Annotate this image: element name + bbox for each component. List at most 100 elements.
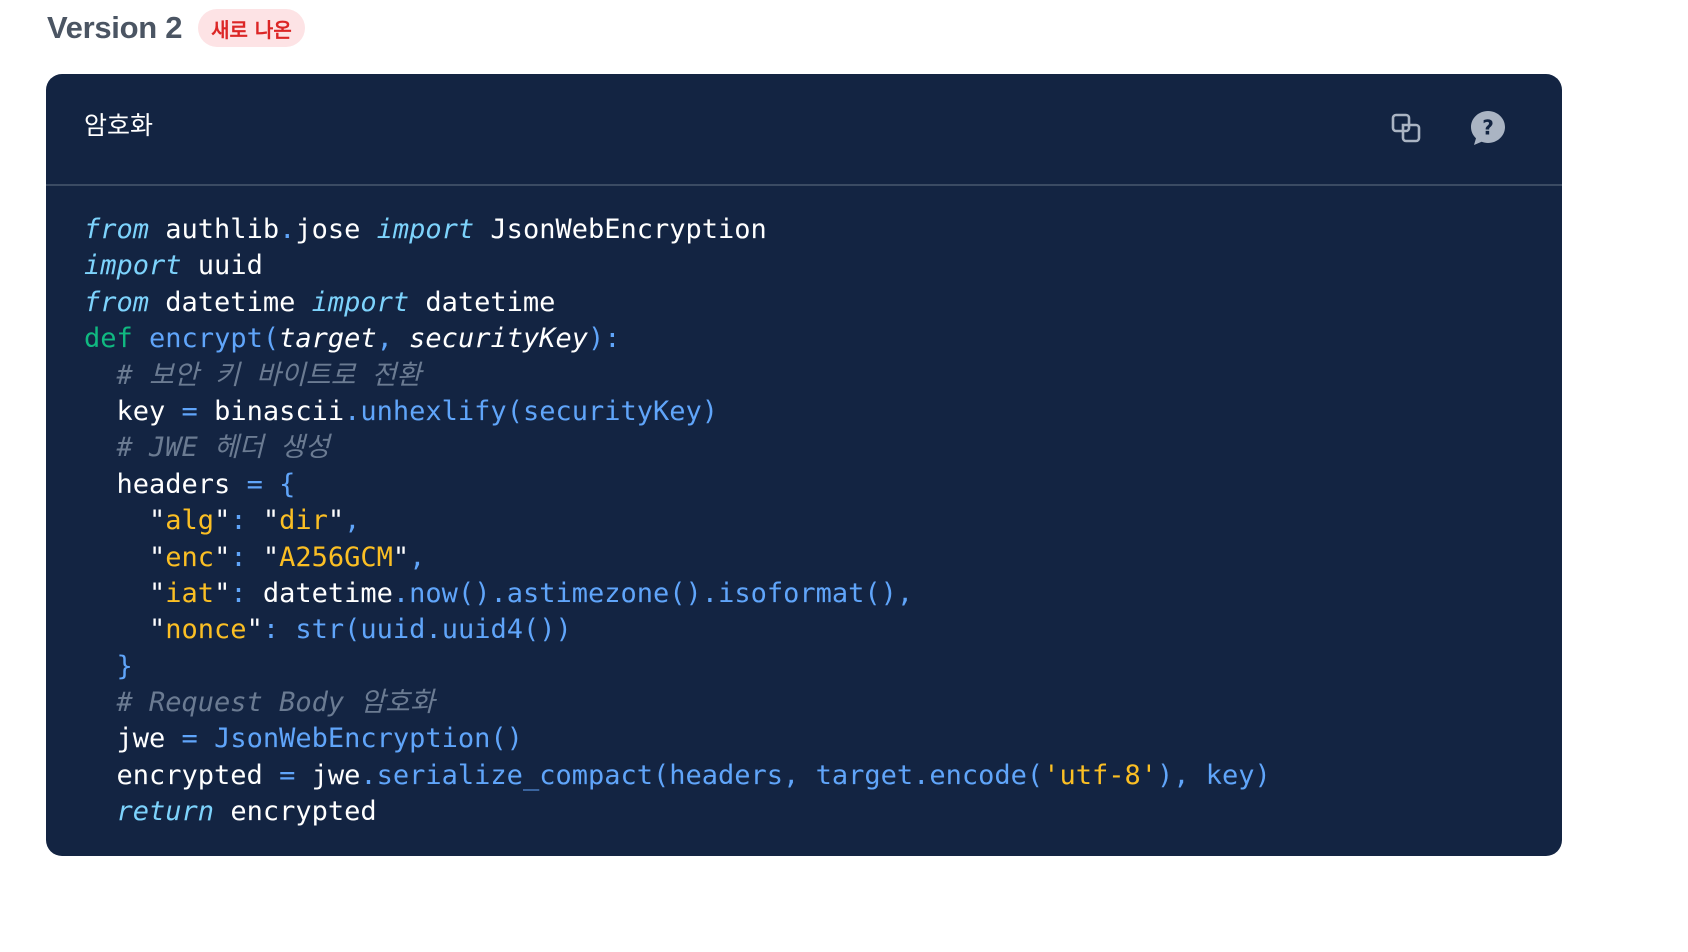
code-token: def [84, 323, 133, 355]
code-token: datetime [246, 577, 393, 609]
code-token: ) [701, 395, 719, 427]
code-token: " [327, 505, 345, 537]
version-title: Version 2 [47, 10, 183, 45]
copy-icon [1391, 113, 1421, 143]
code-line: "alg": "dir", [84, 503, 1562, 539]
code-block: 암호화 ? from authlib.jose import JsonWebEn… [46, 74, 1562, 856]
code-token: A256GCM [279, 541, 393, 573]
code-token: " [214, 505, 231, 537]
code-line: jwe = JsonWebEncryption() [84, 721, 1562, 757]
new-badge: 새로 나온 [198, 9, 305, 47]
code-line: return encrypted [84, 794, 1562, 830]
code-token: ( [262, 323, 280, 355]
code-token: : [230, 541, 247, 573]
code-token: return [116, 796, 215, 828]
help-button[interactable]: ? [1464, 104, 1512, 152]
code-token: ( [506, 395, 523, 427]
code-line: "nonce": str(uuid.uuid4()) [84, 612, 1562, 648]
code-token: , [344, 505, 361, 537]
code-token: authlib [149, 214, 280, 245]
code-token: { [279, 468, 296, 500]
version-header: Version 2 새로 나온 [47, 8, 305, 48]
code-token: , [783, 759, 816, 791]
copy-button[interactable] [1382, 104, 1430, 152]
code-line: import uuid [84, 248, 1562, 284]
code-token: " [84, 505, 166, 537]
code-token: encode [929, 759, 1027, 791]
code-token: JsonWebEncryption [214, 723, 491, 755]
code-token: , [376, 323, 410, 355]
code-token: , [409, 541, 426, 573]
code-token: ( [652, 759, 670, 791]
code-token: securityKey [409, 323, 588, 355]
code-token: () [490, 723, 523, 755]
code-token: now [409, 577, 458, 609]
help-icon: ? [1471, 111, 1505, 145]
code-token: from [84, 286, 150, 318]
code-line: encrypted = jwe.serialize_compact(header… [84, 758, 1562, 794]
code-token: unhexlify [360, 395, 507, 427]
code-token: " [84, 614, 166, 646]
code-token: (). [457, 577, 507, 609]
code-token: uuid [181, 250, 263, 282]
code-token: headers [669, 759, 784, 791]
code-token: = [246, 468, 263, 500]
code-token: isoformat [718, 577, 865, 609]
code-token: securityKey [522, 395, 702, 427]
code-token: (), [864, 577, 914, 609]
code-token: binascii [197, 395, 345, 427]
code-token: alg [165, 505, 215, 537]
code-token: str [295, 614, 345, 646]
code-token: serialize_compact [376, 759, 653, 791]
code-content: from authlib.jose import JsonWebEncrypti… [46, 186, 1562, 831]
code-token: iat [165, 577, 215, 609]
code-block-title: 암호화 [84, 111, 154, 140]
code-token: jwe [84, 723, 182, 755]
svg-text:?: ? [1482, 116, 1494, 140]
code-token: # Request Body 암호화 [116, 687, 435, 719]
code-token: ( [344, 614, 361, 646]
code-token: ), [1156, 759, 1206, 791]
code-block-header: 암호화 ? [46, 74, 1562, 186]
code-token: # 보안 키 바이트로 전환 [116, 359, 422, 391]
code-token: uuid [360, 614, 426, 646]
code-line: # JWE 헤더 생성 [84, 430, 1562, 466]
code-line: # 보안 키 바이트로 전환 [84, 358, 1562, 394]
code-line: from authlib.jose import JsonWebEncrypti… [84, 212, 1562, 248]
code-token: . [425, 614, 442, 646]
code-line: from datetime import datetime [84, 285, 1562, 321]
code-line: } [84, 649, 1562, 685]
code-token: . [392, 577, 410, 609]
code-token: import [311, 286, 410, 318]
code-line: headers = { [84, 467, 1562, 503]
code-line: "iat": datetime.now().astimezone().isofo… [84, 576, 1562, 612]
code-token: nonce [165, 614, 247, 646]
code-token: dir [279, 505, 328, 537]
code-token: " [392, 541, 410, 573]
code-token: enc [165, 541, 215, 573]
code-line: # Request Body 암호화 [84, 685, 1562, 721]
code-token: # JWE 헤더 생성 [116, 432, 330, 464]
code-token: " [246, 541, 280, 573]
code-token: 'utf-8' [1043, 759, 1157, 791]
code-token: . [360, 759, 377, 791]
code-token: encrypted [84, 759, 280, 791]
code-token: } [116, 650, 133, 682]
code-token: import [376, 214, 475, 245]
code-token: . [913, 759, 930, 791]
code-token: import [84, 250, 182, 282]
code-token: ): [587, 323, 621, 355]
code-token: encrypt [149, 323, 263, 355]
code-token: = [181, 395, 198, 427]
page: Version 2 새로 나온 암호화 ? from authlib.jose … [0, 0, 1688, 952]
code-token: " [246, 505, 280, 537]
code-token: key [1205, 759, 1255, 791]
code-token: key [84, 395, 182, 427]
